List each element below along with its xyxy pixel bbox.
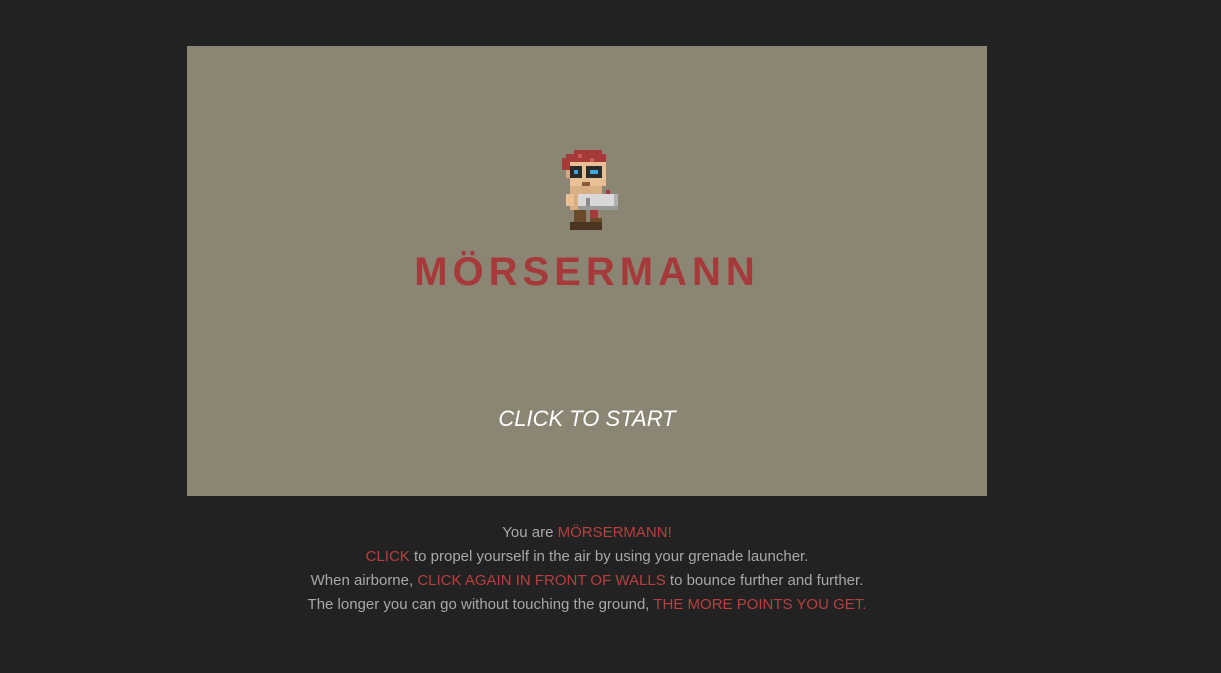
instruction-text: to bounce further and further. (665, 572, 864, 589)
instruction-highlight: THE MORE POINTS YOU GET. (653, 596, 867, 613)
instructions: You are MÖRSERMANN! CLICK to propel your… (187, 521, 987, 617)
instruction-text: The longer you can go without touching t… (307, 596, 654, 613)
start-prompt[interactable]: CLICK TO START (187, 404, 987, 434)
instruction-line-3: When airborne, CLICK AGAIN IN FRONT OF W… (187, 569, 987, 593)
game-title: MÖRSERMANN (414, 250, 760, 294)
instruction-line-2: CLICK to propel yourself in the air by u… (187, 545, 987, 569)
instruction-line-1: You are MÖRSERMANN! (187, 521, 987, 545)
instruction-text: When airborne, (310, 572, 418, 589)
game-canvas[interactable]: MÖRSERMANN CLICK TO START (187, 46, 987, 496)
instruction-text: You are (502, 524, 558, 541)
grenadier-character-icon (562, 150, 618, 230)
instruction-text: to propel yourself in the air by using y… (409, 548, 809, 565)
instruction-line-4: The longer you can go without touching t… (187, 593, 987, 617)
instruction-highlight: CLICK (365, 548, 410, 565)
instruction-highlight: MÖRSERMANN! (557, 524, 672, 541)
instruction-highlight: CLICK AGAIN IN FRONT OF WALLS (417, 572, 666, 589)
